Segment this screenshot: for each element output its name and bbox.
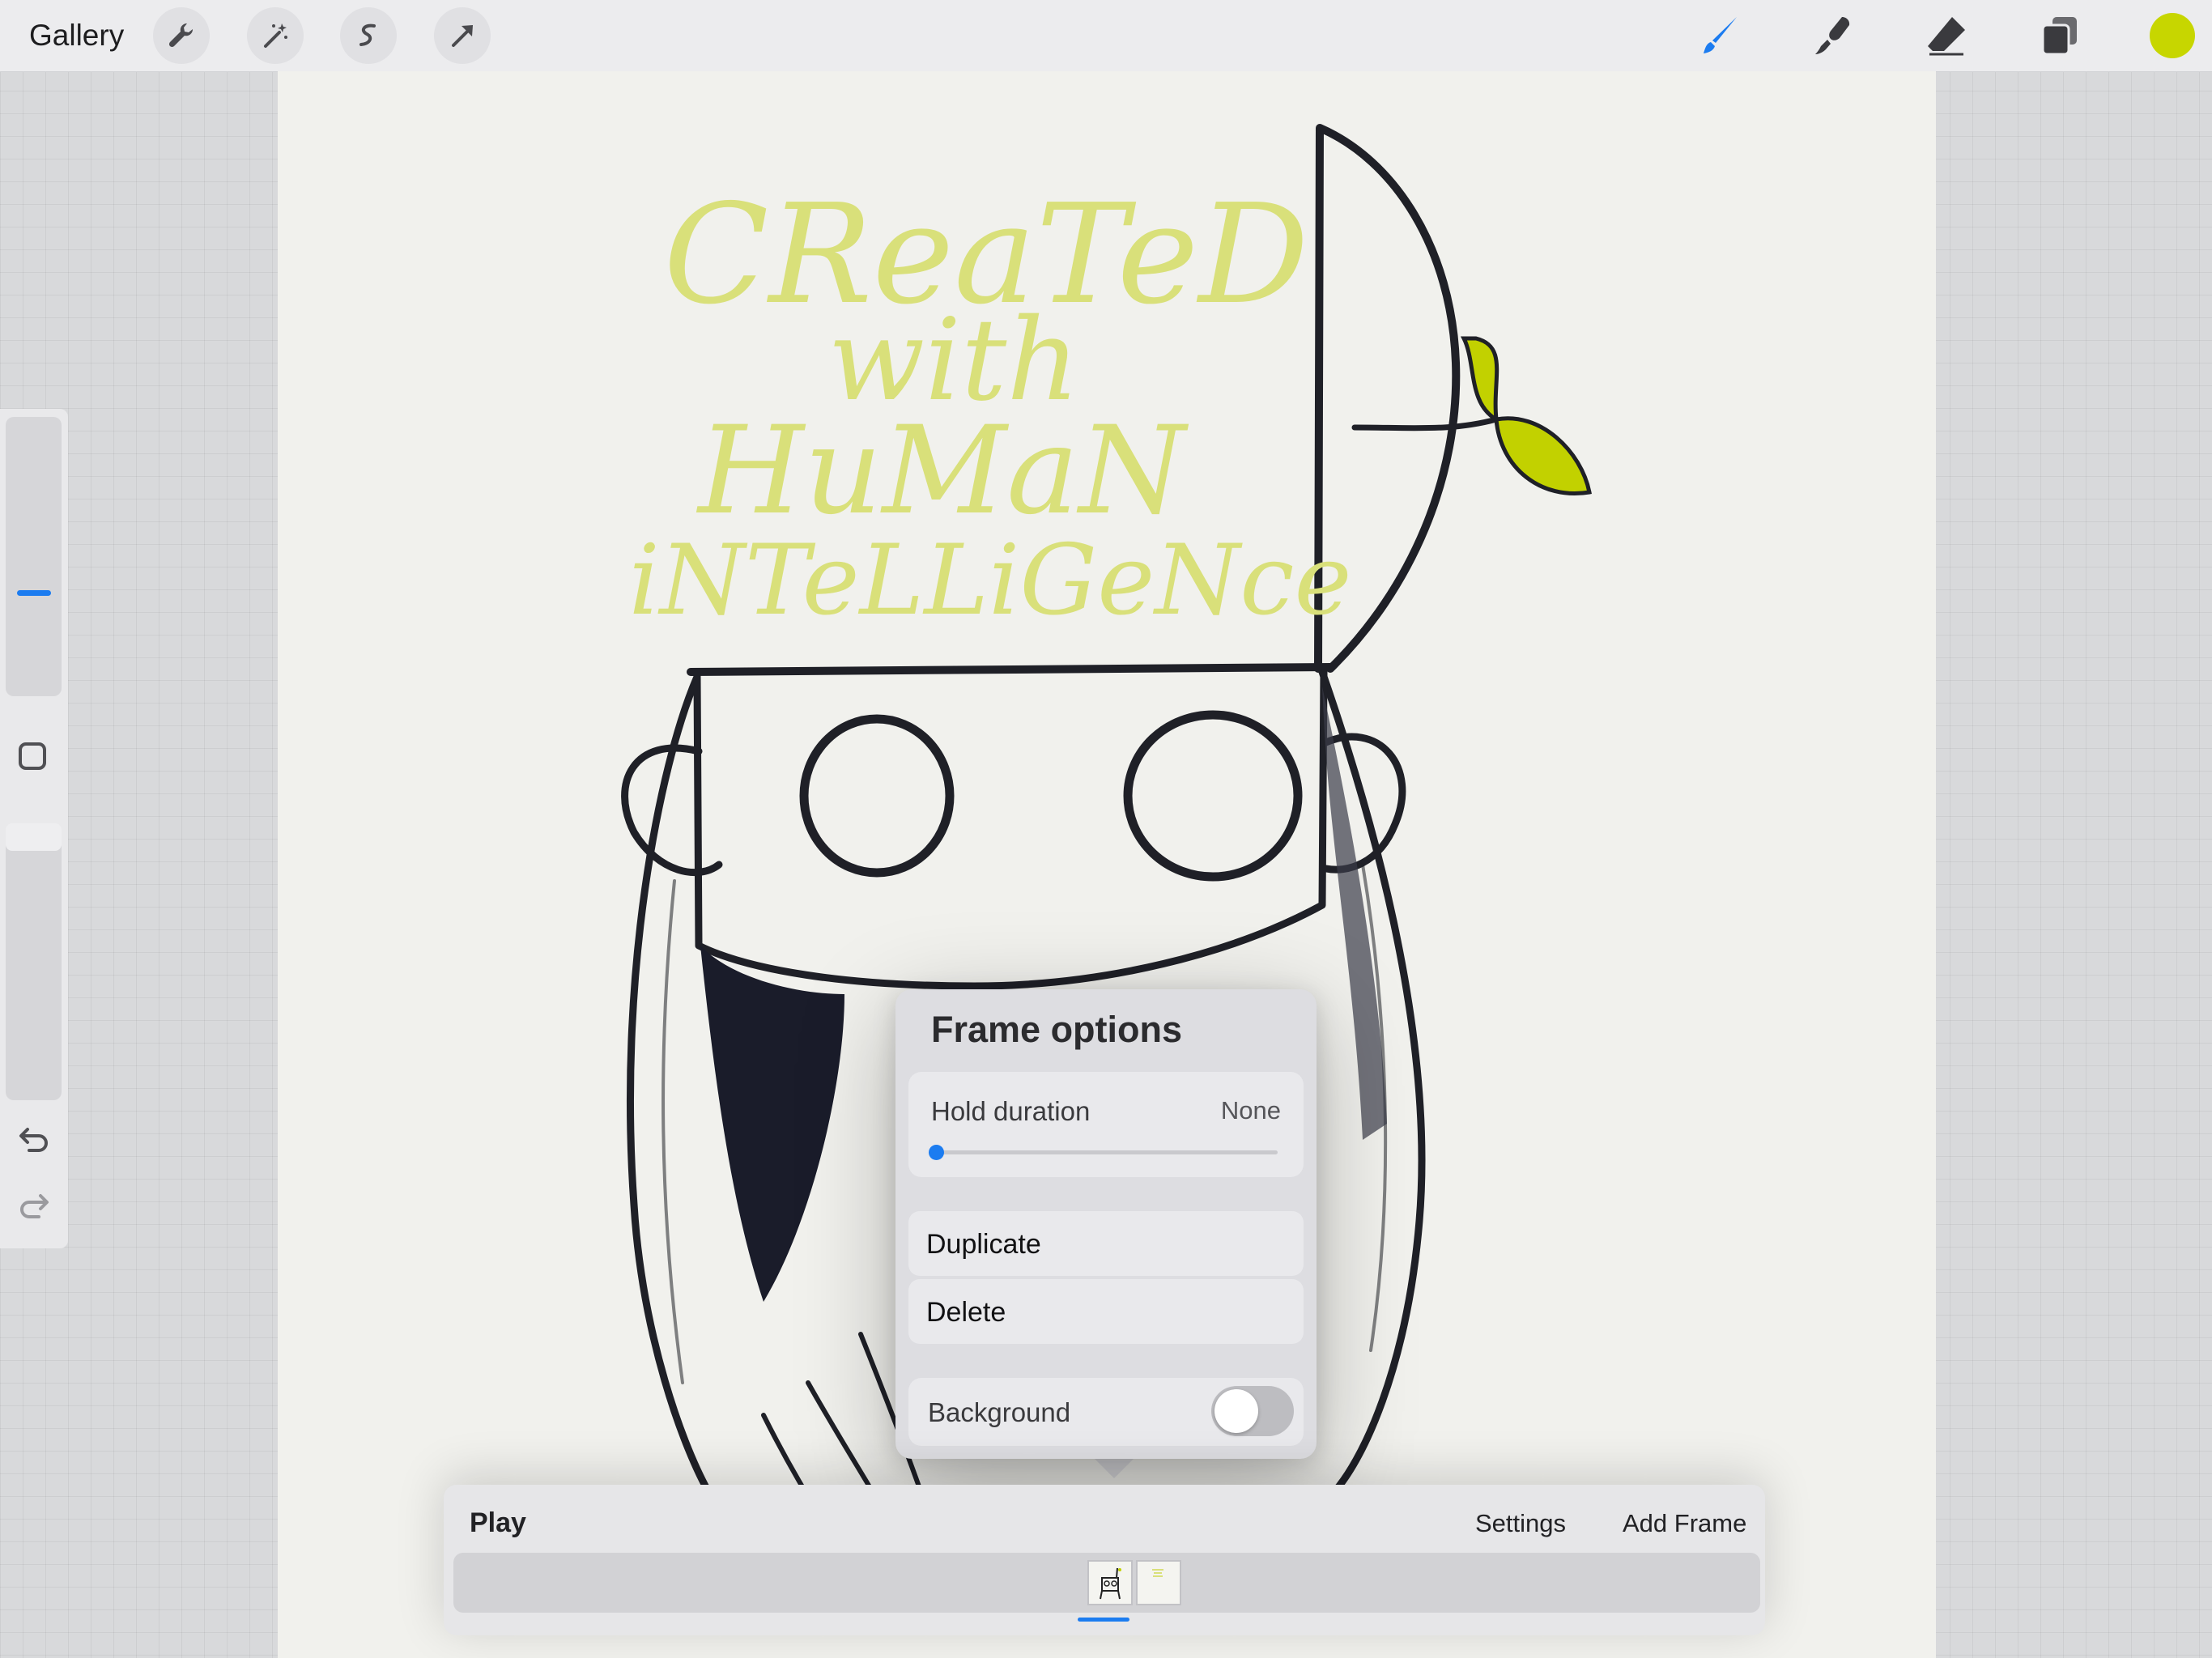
frame-thumbnail-1[interactable] xyxy=(1087,1560,1133,1605)
frame-options-popover: Frame options Hold duration None Duplica… xyxy=(895,989,1317,1459)
modify-square-icon[interactable] xyxy=(19,742,46,770)
smudge-icon xyxy=(1815,17,1850,54)
delete-button[interactable]: Delete xyxy=(908,1279,1304,1344)
hold-duration-section: Hold duration None xyxy=(908,1072,1304,1177)
top-toolbar: Gallery xyxy=(0,0,2212,72)
brush-opacity-slider[interactable] xyxy=(6,823,62,1100)
hold-duration-label: Hold duration xyxy=(931,1096,1091,1126)
lettering-line-4: iNTeLLiGeNce xyxy=(629,525,1352,637)
frame-strip xyxy=(453,1553,1760,1613)
smudge-tool-button[interactable] xyxy=(1807,10,1859,62)
wrench-icon xyxy=(168,23,194,48)
timeline-settings-button[interactable]: Settings xyxy=(1475,1509,1566,1538)
brush-opacity-handle[interactable] xyxy=(6,823,62,851)
left-sidebar xyxy=(0,409,68,1248)
add-frame-button[interactable]: Add Frame xyxy=(1623,1509,1746,1538)
brush-size-handle[interactable] xyxy=(17,590,51,596)
layers-button[interactable] xyxy=(2034,10,2086,62)
eraser-icon xyxy=(1928,17,1965,56)
leaf-stem xyxy=(1351,416,1499,432)
background-toggle-knob xyxy=(1214,1389,1258,1433)
frame-preview-illustration xyxy=(1100,1567,1121,1600)
transform-button[interactable] xyxy=(434,7,491,64)
leaf-top xyxy=(1460,336,1499,423)
background-section: Background xyxy=(908,1378,1304,1446)
frame-preview-lettering xyxy=(1152,1569,1163,1577)
hair-strand-1 xyxy=(661,879,684,1384)
selection-button[interactable] xyxy=(340,7,397,64)
right-eye xyxy=(1123,710,1303,882)
animation-timeline: Play Settings Add Frame xyxy=(444,1485,1765,1635)
lettering-line-3: HuMaN xyxy=(696,401,1189,542)
hold-duration-knob[interactable] xyxy=(929,1145,944,1160)
duplicate-label: Duplicate xyxy=(926,1229,1041,1260)
play-button[interactable]: Play xyxy=(470,1507,526,1539)
gallery-button[interactable]: Gallery xyxy=(29,15,124,57)
hold-duration-slider[interactable] xyxy=(929,1145,1278,1160)
leaf-bottom xyxy=(1494,416,1592,495)
duplicate-button[interactable]: Duplicate xyxy=(908,1211,1304,1276)
color-picker-swatch[interactable] xyxy=(2150,13,2195,58)
adjustments-button[interactable] xyxy=(247,7,304,64)
brush-icon xyxy=(1704,17,1737,53)
redo-icon[interactable] xyxy=(16,1188,52,1223)
brush-size-slider[interactable] xyxy=(6,417,62,696)
transform-arrow-icon xyxy=(452,25,473,47)
selected-frame-indicator xyxy=(1078,1618,1129,1622)
brush-tool-button[interactable] xyxy=(1694,10,1746,62)
eraser-tool-button[interactable] xyxy=(1921,10,1972,62)
undo-icon[interactable] xyxy=(16,1121,52,1157)
background-label: Background xyxy=(928,1397,1071,1427)
background-toggle[interactable] xyxy=(1211,1386,1294,1436)
actions-button[interactable] xyxy=(153,7,210,64)
hold-duration-value: None xyxy=(1220,1096,1281,1124)
popover-arrow xyxy=(1093,1457,1135,1478)
magic-wand-icon xyxy=(264,23,287,48)
layers-icon xyxy=(2041,17,2077,56)
frame-thumbnail-2[interactable] xyxy=(1136,1560,1181,1605)
head-cut-line xyxy=(687,663,1334,676)
procreate-app: Gallery CReaTeD with HuMaN iNTeLLiGeNce … xyxy=(0,0,2212,1658)
delete-label: Delete xyxy=(926,1297,1006,1328)
selection-icon xyxy=(359,23,376,46)
left-eye xyxy=(799,714,955,878)
popover-title: Frame options xyxy=(931,1009,1183,1050)
hair-shadow xyxy=(700,946,844,1302)
hair-shading-right xyxy=(1322,687,1387,1140)
